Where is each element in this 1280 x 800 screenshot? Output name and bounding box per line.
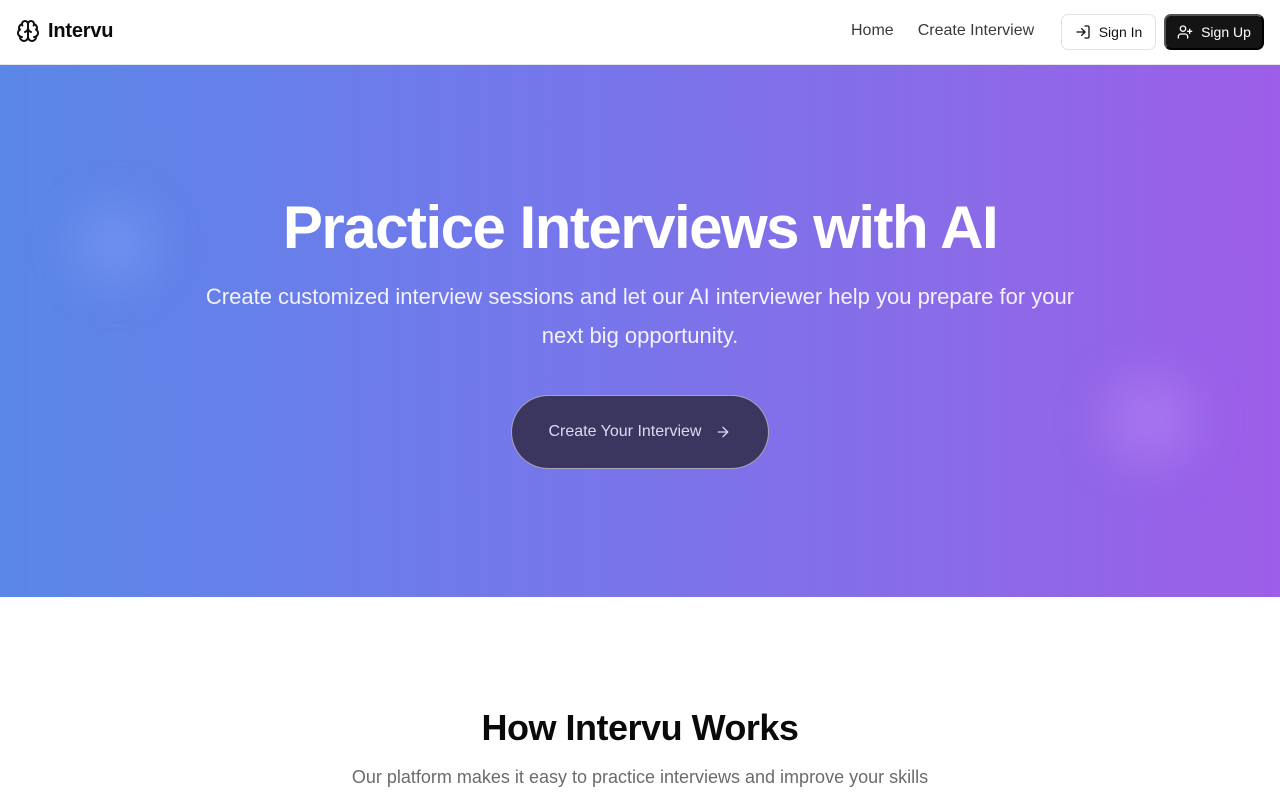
hero-subtitle: Create customized interview sessions and… [205,284,1075,348]
sign-up-label: Sign Up [1201,24,1251,40]
user-plus-icon [1177,24,1193,40]
arrow-right-icon [715,424,731,440]
sign-in-label: Sign In [1098,24,1143,40]
sign-in-button[interactable]: Sign In [1061,14,1156,50]
sign-up-button[interactable]: Sign Up [1164,14,1264,50]
hero-glow-right [1080,350,1220,490]
create-interview-cta-button[interactable]: Create Your Interview [511,395,769,469]
main-nav: Home Create Interview [851,22,1034,40]
brain-icon [16,19,40,43]
brand-name: Intervu [48,19,114,42]
nav-create-interview-link[interactable]: Create Interview [918,22,1035,40]
how-it-works-subtitle: Our platform makes it easy to practice i… [351,767,929,787]
cta-label: Create Your Interview [548,423,702,440]
how-it-works-title: How Intervu Works [481,707,799,748]
nav-home-link[interactable]: Home [851,22,894,40]
hero-title: Practice Interviews with AI [282,194,999,261]
log-in-icon [1075,24,1091,40]
top-navbar: Intervu Home Create Interview Sign In Si… [0,0,1280,65]
hero-section: Practice Interviews with AI Create custo… [0,65,1280,597]
brand-logo[interactable]: Intervu [16,19,113,43]
